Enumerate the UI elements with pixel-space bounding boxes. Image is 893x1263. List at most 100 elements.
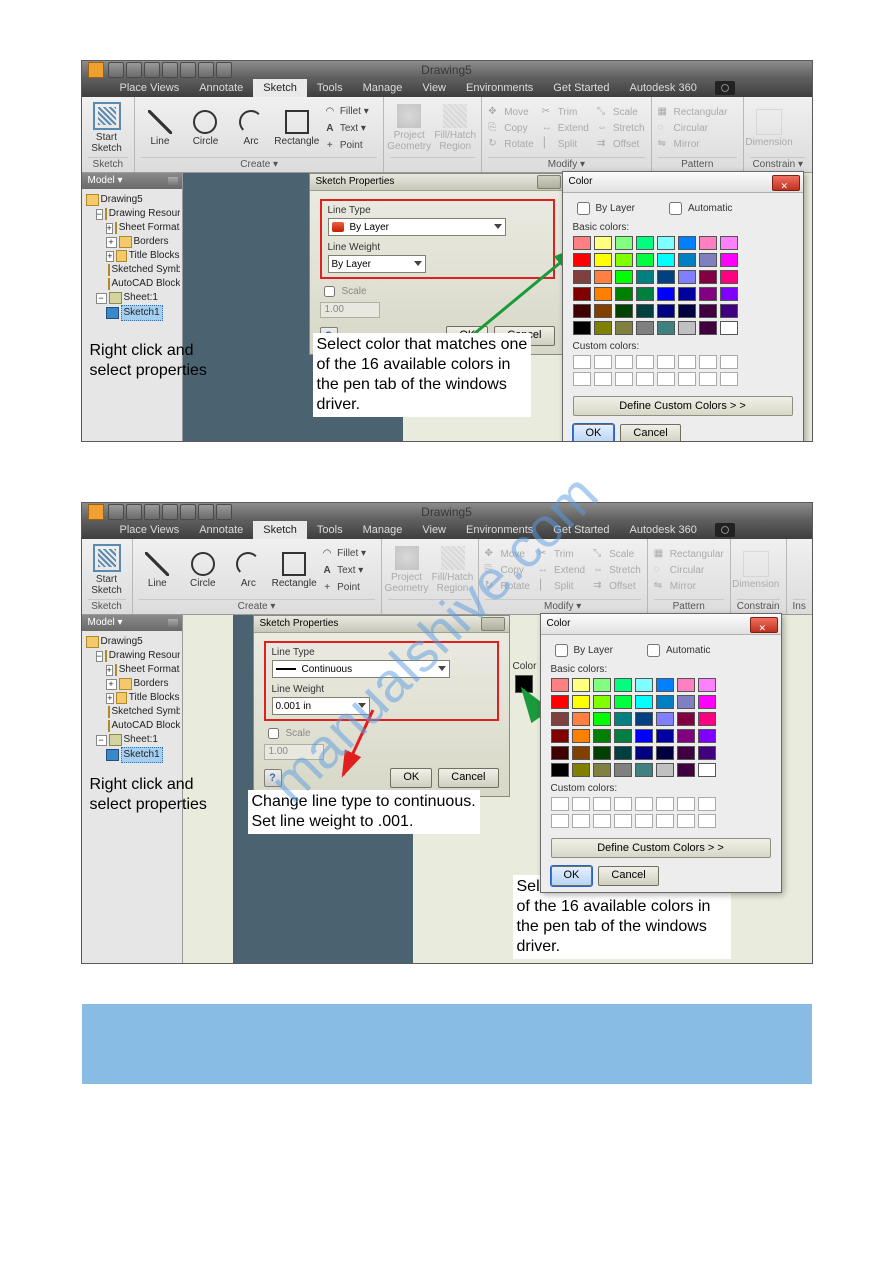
- color-swatch[interactable]: [615, 253, 633, 267]
- color-ok-button[interactable]: OK: [551, 866, 593, 886]
- color-swatch[interactable]: [720, 253, 738, 267]
- color-swatch[interactable]: [657, 287, 675, 301]
- color-swatch[interactable]: [615, 236, 633, 250]
- color-swatch[interactable]: [678, 253, 696, 267]
- qat-redo-icon[interactable]: [180, 504, 196, 520]
- color-swatch[interactable]: [635, 746, 653, 760]
- tab-environments[interactable]: Environments: [456, 79, 543, 97]
- color-swatch[interactable]: [698, 763, 716, 777]
- color-swatch[interactable]: [699, 321, 717, 335]
- color-swatch[interactable]: [657, 321, 675, 335]
- tab-annotate[interactable]: Annotate: [189, 79, 253, 97]
- text-button[interactable]: AText ▾: [321, 563, 374, 578]
- color-swatch[interactable]: [656, 712, 674, 726]
- color-swatch[interactable]: [615, 287, 633, 301]
- model-header[interactable]: Model ▾: [82, 173, 182, 189]
- color-swatch[interactable]: [656, 746, 674, 760]
- color-swatch[interactable]: [635, 763, 653, 777]
- tab-autodesk-360[interactable]: Autodesk 360: [620, 79, 707, 97]
- qat-new-icon[interactable]: [108, 62, 124, 78]
- tree-sheetformats[interactable]: +Sheet Formats: [86, 663, 180, 677]
- tree-sketch1[interactable]: Sketch1: [86, 305, 180, 321]
- color-swatch[interactable]: [635, 695, 653, 709]
- line-button[interactable]: Line: [139, 552, 177, 589]
- color-swatch[interactable]: [699, 270, 717, 284]
- tab-manage[interactable]: Manage: [353, 521, 413, 539]
- color-swatch[interactable]: [720, 321, 738, 335]
- custom-color-slot[interactable]: [593, 814, 611, 828]
- color-swatch[interactable]: [572, 746, 590, 760]
- color-swatch[interactable]: [572, 763, 590, 777]
- custom-color-slot[interactable]: [635, 797, 653, 811]
- tree-sketched-symbols[interactable]: Sketched Symbols: [86, 705, 180, 719]
- automatic-checkbox[interactable]: Automatic: [643, 641, 710, 660]
- color-swatch[interactable]: [551, 763, 569, 777]
- qat-open-icon[interactable]: [126, 62, 142, 78]
- custom-color-slot[interactable]: [720, 355, 738, 369]
- tree-sheetformats[interactable]: +Sheet Formats: [86, 221, 180, 235]
- qat-more-icon[interactable]: [216, 62, 232, 78]
- point-button[interactable]: +Point: [324, 138, 377, 153]
- circle-button[interactable]: Circle: [184, 552, 222, 589]
- color-swatch[interactable]: [678, 236, 696, 250]
- color-swatch[interactable]: [677, 763, 695, 777]
- color-swatch[interactable]: [636, 304, 654, 318]
- color-swatch[interactable]: [636, 253, 654, 267]
- color-swatch[interactable]: [698, 746, 716, 760]
- color-swatch[interactable]: [551, 678, 569, 692]
- custom-color-slot[interactable]: [614, 814, 632, 828]
- color-swatch[interactable]: [615, 321, 633, 335]
- color-swatch[interactable]: [636, 287, 654, 301]
- color-swatch[interactable]: [657, 253, 675, 267]
- color-swatch[interactable]: [594, 253, 612, 267]
- color-swatch[interactable]: [678, 321, 696, 335]
- color-ok-button[interactable]: OK: [573, 424, 615, 442]
- color-swatch[interactable]: [615, 304, 633, 318]
- tab-view[interactable]: View: [412, 79, 456, 97]
- rectangle-button[interactable]: Rectangle: [278, 110, 316, 147]
- color-swatch[interactable]: [635, 729, 653, 743]
- color-swatch[interactable]: [698, 712, 716, 726]
- color-swatch[interactable]: [636, 270, 654, 284]
- tree-autocad[interactable]: AutoCAD Blocks: [86, 277, 180, 291]
- color-swatch[interactable]: [614, 763, 632, 777]
- color-swatch[interactable]: [573, 253, 591, 267]
- custom-color-slot[interactable]: [698, 797, 716, 811]
- color-swatch[interactable]: [656, 678, 674, 692]
- tree-borders[interactable]: +Borders: [86, 677, 180, 691]
- custom-color-slot[interactable]: [615, 372, 633, 386]
- color-swatch[interactable]: [593, 678, 611, 692]
- custom-color-slot[interactable]: [699, 355, 717, 369]
- panel-close-button[interactable]: [537, 175, 561, 189]
- color-swatch[interactable]: [614, 695, 632, 709]
- custom-color-slot[interactable]: [699, 372, 717, 386]
- custom-color-slot[interactable]: [677, 797, 695, 811]
- app-icon[interactable]: [88, 504, 104, 520]
- tab-tools[interactable]: Tools: [307, 79, 353, 97]
- custom-color-slot[interactable]: [572, 814, 590, 828]
- color-swatch[interactable]: [551, 729, 569, 743]
- color-swatch[interactable]: [698, 729, 716, 743]
- scale-checkbox[interactable]: [268, 728, 279, 739]
- rectangle-button[interactable]: Rectangle: [275, 552, 313, 589]
- tab-view[interactable]: View: [412, 521, 456, 539]
- color-swatch[interactable]: [572, 729, 590, 743]
- custom-color-slot[interactable]: [657, 355, 675, 369]
- qat-undo-icon[interactable]: [162, 62, 178, 78]
- qat-redo-icon[interactable]: [180, 62, 196, 78]
- custom-color-slot[interactable]: [615, 355, 633, 369]
- panel-close-button[interactable]: [481, 617, 505, 631]
- color-swatch[interactable]: [593, 746, 611, 760]
- line-button[interactable]: Line: [141, 110, 179, 147]
- custom-color-slot[interactable]: [594, 355, 612, 369]
- help-icon[interactable]: ?: [264, 769, 282, 787]
- tree-sheet1[interactable]: −Sheet:1: [86, 291, 180, 305]
- color-swatch[interactable]: [572, 712, 590, 726]
- color-swatch[interactable]: [677, 712, 695, 726]
- custom-color-slot[interactable]: [614, 797, 632, 811]
- color-swatch[interactable]: [720, 236, 738, 250]
- tree-autocad[interactable]: AutoCAD Blocks: [86, 719, 180, 733]
- bylayer-checkbox[interactable]: By Layer: [573, 199, 635, 218]
- color-swatch[interactable]: [593, 763, 611, 777]
- color-swatch[interactable]: [678, 304, 696, 318]
